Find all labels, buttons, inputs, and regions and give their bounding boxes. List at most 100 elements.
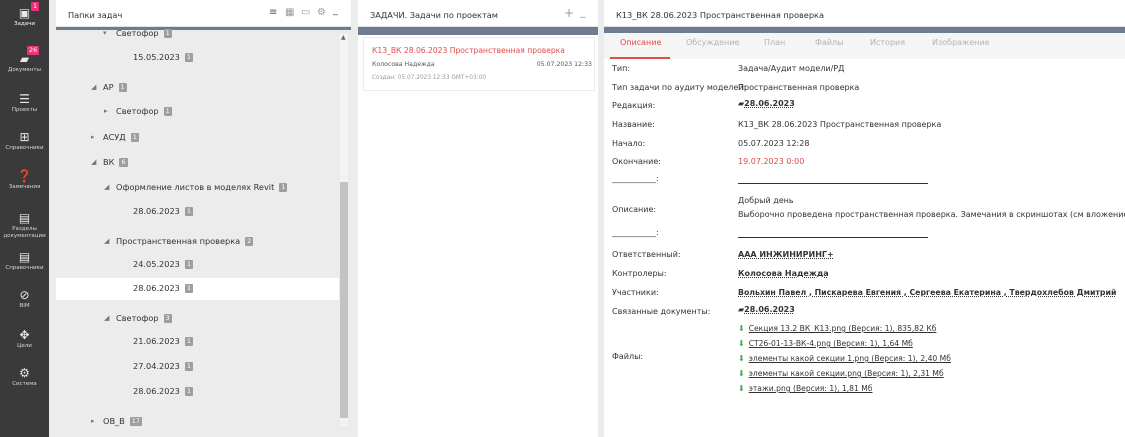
tree-node[interactable]: ▸ АСУД 1 — [56, 127, 339, 149]
separator-label: ___________: — [612, 174, 659, 183]
minimize-icon[interactable]: _ — [333, 5, 338, 16]
add-task-icon[interactable]: + — [564, 6, 574, 20]
related-doc-link[interactable]: ▰28.06.2023 — [738, 305, 795, 314]
tab-description[interactable]: Описание — [620, 38, 661, 47]
tree-node[interactable]: ◢ Оформление листов в моделях Revit 1 — [56, 177, 339, 199]
tab-history[interactable]: История — [870, 38, 905, 47]
tree-node-label: Оформление листов в моделях Revit — [116, 182, 275, 192]
count-badge: 1 — [184, 362, 194, 371]
file-link[interactable]: ⬇ элементы какой секции 1.png (Версия: 1)… — [738, 354, 951, 363]
grid-view-icon[interactable]: ▦ — [285, 7, 294, 18]
count-badge: 1 — [184, 260, 194, 269]
collapse-arrow-icon[interactable]: ▾ — [103, 29, 107, 37]
tasks-header-strip — [358, 27, 598, 35]
tree-node[interactable]: ◢ Пространственная проверка 2 — [56, 231, 339, 253]
participants-links[interactable]: Вольхин Павел , Пискарева Евгения , Серг… — [738, 288, 1116, 297]
tree-node[interactable]: 28.06.2023 1 — [56, 201, 339, 223]
collapse-arrow-icon[interactable]: ◢ — [91, 83, 96, 91]
expand-arrow-icon[interactable]: ▸ — [104, 107, 108, 115]
audit-type-label: Тип задачи по аудиту моделей: — [612, 83, 747, 92]
nav-doc-sections[interactable]: ▤ Разделы документации — [0, 211, 49, 240]
tree-node-label: 21.06.2023 — [133, 336, 180, 346]
end-label: Окончание: — [612, 157, 661, 166]
tree-node[interactable]: 21.06.2023 1 — [56, 331, 339, 353]
tree-node[interactable]: ◢ АР 1 — [56, 77, 339, 99]
file-link[interactable]: ⬇ Секция 13.2 ВК_К13.png (Версия: 1), 835… — [738, 324, 936, 333]
expand-arrow-icon[interactable]: ▸ — [91, 133, 95, 141]
description-line-2: Выборочно проведена пространственная про… — [738, 210, 1125, 219]
type-label: Тип: — [612, 64, 631, 73]
compass-icon: ⊘ — [19, 288, 30, 302]
tab-files[interactable]: Файлы — [815, 38, 843, 47]
collapse-arrow-icon[interactable]: ◢ — [104, 237, 109, 245]
count-badge: 1 — [184, 284, 194, 293]
tree-node[interactable]: ◢ Светофор 3 — [56, 308, 339, 330]
collapse-arrow-icon[interactable]: ◢ — [91, 158, 96, 166]
tree-node[interactable]: ▸ Светофор 1 — [56, 101, 339, 123]
tab-plan[interactable]: План — [764, 38, 785, 47]
task-title[interactable]: К13_ВК 28.06.2023 Пространственная прове… — [372, 46, 565, 55]
nav-documents[interactable]: ▰ Документы — [0, 52, 49, 74]
tree-node[interactable]: 27.04.2023 1 — [56, 356, 339, 378]
edition-link[interactable]: ▰28.06.2023 — [738, 99, 795, 108]
nav-system[interactable]: ⚙ Система — [0, 366, 49, 388]
tree-node-label: АСУД — [103, 132, 126, 142]
separator-label-2: ___________: — [612, 228, 659, 237]
related-docs-label: Связанные документы: — [612, 307, 711, 316]
tab-image[interactable]: Изображение — [932, 38, 990, 47]
nav-references-2[interactable]: ▤ Справочники — [0, 250, 49, 272]
tree-node-label: 27.04.2023 — [133, 361, 180, 371]
target-icon: ✥ — [19, 328, 30, 342]
tree-node-label: АР — [103, 82, 114, 92]
tasks-badge: 1 — [31, 2, 40, 11]
separator-line-2 — [738, 237, 928, 238]
detail-tabs-bar — [604, 33, 1125, 59]
tree-node[interactable]: 28.06.2023 1 — [56, 381, 339, 403]
type-value: Задача/Аудит модели/РД — [738, 64, 845, 73]
tree-node[interactable]: 24.05.2023 1 — [56, 254, 339, 276]
collapse-arrow-icon[interactable]: ◢ — [104, 314, 109, 322]
count-badge: 6 — [119, 158, 128, 167]
nav-projects[interactable]: ☰ Проекты — [0, 92, 49, 114]
collapse-arrow-icon[interactable]: ◢ — [104, 183, 109, 191]
nav-system-label: Система — [12, 381, 37, 387]
nav-tasks-label: Задачи — [14, 21, 35, 27]
controllers-link[interactable]: Колосова Надежда — [738, 269, 829, 278]
calendar-view-icon[interactable]: ▭ — [301, 7, 310, 18]
tree-node[interactable]: ◢ ВК 6 — [56, 152, 339, 174]
documents-badge: 26 — [27, 46, 40, 55]
start-value: 05.07.2023 12:28 — [738, 139, 810, 148]
download-icon: ⬇ — [738, 354, 745, 363]
nav-goals[interactable]: ✥ Цели — [0, 328, 49, 350]
list-view-icon[interactable]: ≡ — [269, 7, 277, 18]
folders-panel: Папки задач ≡ ▦ ▭ ⚙ _ ▾ Светофор 1 15.05.… — [56, 0, 351, 437]
tree-node[interactable]: 15.05.2023 1 — [56, 47, 339, 69]
tree-node[interactable]: ▾ Светофор 1 — [56, 23, 339, 45]
nav-bim[interactable]: ⊘ BIM — [0, 288, 49, 310]
scroll-up-icon[interactable]: ▲ — [341, 34, 346, 41]
tree-node[interactable]: ▸ ОВ_В 17 — [56, 411, 339, 433]
tree-node-selected[interactable]: 28.06.2023 1 — [56, 278, 339, 300]
count-badge: 1 — [279, 183, 288, 192]
expand-arrow-icon[interactable]: ▸ — [91, 417, 95, 425]
tree-node-label: ОВ_В — [103, 416, 125, 426]
nav-tasks[interactable]: ▣ Задачи — [0, 6, 49, 28]
task-author: Колосова Надежда — [372, 61, 435, 68]
nav-remarks[interactable]: ❓ Замечания — [0, 169, 49, 191]
file-link[interactable]: ⬇ этажи.png (Версия: 1), 1,81 Мб — [738, 384, 873, 393]
gear-icon[interactable]: ⚙ — [317, 7, 326, 18]
download-icon: ⬇ — [738, 324, 745, 333]
responsible-link[interactable]: ААА ИНЖИНИРИНГ+ — [738, 250, 834, 259]
task-card[interactable]: К13_ВК 28.06.2023 Пространственная прове… — [363, 37, 595, 91]
tree-node-label: Пространственная проверка — [116, 236, 241, 246]
tasks-header: ЗАДАЧИ. Задачи по проектам + _ — [358, 0, 598, 27]
tree-container: ▾ Светофор 1 15.05.2023 1 ◢ АР 1 ▸ Светофор… — [56, 28, 351, 437]
tab-discussion[interactable]: Обсуждение — [686, 38, 739, 47]
minimize-icon[interactable]: _ — [580, 5, 586, 18]
nav-references[interactable]: ⊞ Справочники — [0, 130, 49, 152]
task-list: К13_ВК 28.06.2023 Пространственная прове… — [358, 35, 598, 437]
tree-scroll-thumb[interactable] — [340, 182, 348, 418]
file-link[interactable]: ⬇ элементы какой секции.png (Версия: 1), … — [738, 369, 944, 378]
download-icon: ⬇ — [738, 369, 745, 378]
file-link[interactable]: ⬇ СТ26-01-13-ВК-4.png (Версия: 1), 1,64 М… — [738, 339, 913, 348]
